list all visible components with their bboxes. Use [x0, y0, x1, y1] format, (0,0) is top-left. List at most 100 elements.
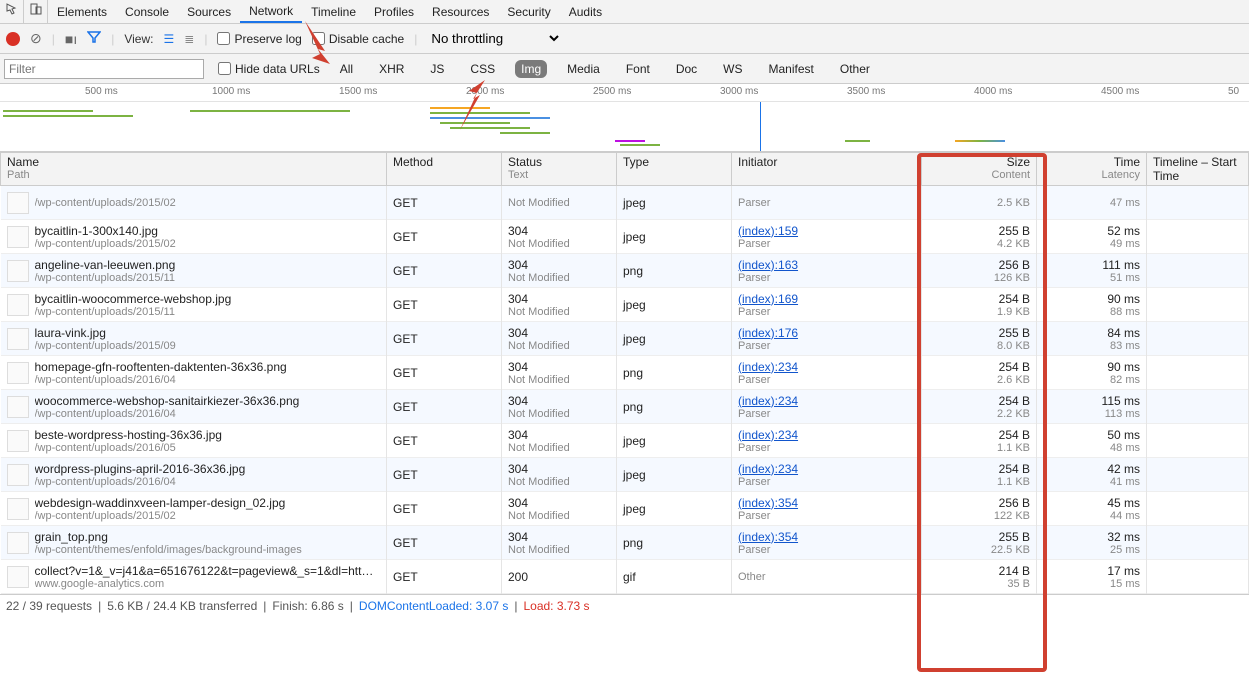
footer-finish: Finish: 6.86 s — [272, 599, 343, 613]
filter-type-ws[interactable]: WS — [717, 60, 748, 78]
table-row[interactable]: angeline-van-leeuwen.png/wp-content/uplo… — [1, 254, 1249, 288]
filter-type-font[interactable]: Font — [620, 60, 656, 78]
cell-time: 45 ms44 ms — [1037, 492, 1147, 526]
col-type[interactable]: Type — [617, 153, 732, 186]
table-row[interactable]: wordpress-plugins-april-2016-36x36.jpg/w… — [1, 458, 1249, 492]
cell-size: 255 B8.0 KB — [922, 322, 1037, 356]
cell-type: png — [617, 254, 732, 288]
cell-waterfall — [1147, 288, 1249, 322]
cell-method: GET — [387, 458, 502, 492]
preserve-log-checkbox[interactable]: Preserve log — [217, 32, 301, 46]
request-name: bycaitlin-1-300x140.jpg — [35, 224, 176, 238]
cell-waterfall — [1147, 390, 1249, 424]
col-timeline[interactable]: Timeline – Start Time — [1147, 153, 1249, 186]
cell-method: GET — [387, 356, 502, 390]
record-button[interactable] — [6, 32, 20, 46]
tab-network[interactable]: Network — [240, 0, 302, 23]
device-icon[interactable] — [24, 0, 48, 23]
tab-profiles[interactable]: Profiles — [365, 0, 423, 23]
filter-type-manifest[interactable]: Manifest — [763, 60, 820, 78]
table-row[interactable]: grain_top.png/wp-content/themes/enfold/i… — [1, 526, 1249, 560]
cell-status: 304Not Modified — [502, 356, 617, 390]
cell-initiator: Parser — [732, 186, 922, 220]
camera-icon[interactable]: ■ı — [65, 31, 77, 47]
ruler-tick: 3500 ms — [847, 86, 885, 97]
cell-time: 90 ms88 ms — [1037, 288, 1147, 322]
tab-timeline[interactable]: Timeline — [302, 0, 365, 23]
filter-toolbar: Hide data URLs All XHR JS CSS Img Media Font Do… — [0, 54, 1249, 84]
filter-type-css[interactable]: CSS — [464, 60, 501, 78]
request-name: homepage-gfn-rooftenten-daktenten-36x36.… — [35, 360, 287, 374]
cell-size: 2.5 KB — [922, 186, 1037, 220]
disable-cache-checkbox[interactable]: Disable cache — [312, 32, 404, 46]
col-name[interactable]: NamePath — [1, 153, 387, 186]
throttling-select[interactable]: No throttling — [427, 30, 562, 47]
table-row[interactable]: bycaitlin-woocommerce-webshop.jpg/wp-con… — [1, 288, 1249, 322]
tab-elements[interactable]: Elements — [48, 0, 116, 23]
cell-size: 254 B2.2 KB — [922, 390, 1037, 424]
cell-initiator: (index):159Parser — [732, 220, 922, 254]
cell-size: 255 B22.5 KB — [922, 526, 1037, 560]
inspect-icon[interactable] — [0, 0, 24, 23]
col-initiator[interactable]: Initiator — [732, 153, 922, 186]
filter-icon[interactable] — [87, 30, 101, 47]
cell-type: jpeg — [617, 220, 732, 254]
table-row[interactable]: laura-vink.jpg/wp-content/uploads/2015/0… — [1, 322, 1249, 356]
table-row[interactable]: collect?v=1&_v=j41&a=651676122&t=pagevie… — [1, 560, 1249, 594]
col-time[interactable]: TimeLatency — [1037, 153, 1147, 186]
request-name: wordpress-plugins-april-2016-36x36.jpg — [35, 462, 246, 476]
col-method[interactable]: Method — [387, 153, 502, 186]
filter-input[interactable] — [4, 59, 204, 79]
tab-sources[interactable]: Sources — [178, 0, 240, 23]
hide-data-urls-checkbox[interactable]: Hide data URLs — [218, 62, 320, 76]
request-path: /wp-content/uploads/2015/02 — [35, 197, 176, 209]
ruler-tick: 1500 ms — [339, 86, 377, 97]
timeline-overview[interactable]: 500 ms1000 ms1500 ms2000 ms2500 ms3000 m… — [0, 84, 1249, 152]
tab-audits[interactable]: Audits — [560, 0, 611, 23]
cell-method: GET — [387, 220, 502, 254]
cell-waterfall — [1147, 186, 1249, 220]
tab-security[interactable]: Security — [498, 0, 559, 23]
cell-status: 304Not Modified — [502, 254, 617, 288]
thumbnail-icon — [7, 464, 29, 486]
cell-size: 255 B4.2 KB — [922, 220, 1037, 254]
filter-type-js[interactable]: JS — [424, 60, 450, 78]
table-row[interactable]: /wp-content/uploads/2015/02GETNot Modifi… — [1, 186, 1249, 220]
cell-type: jpeg — [617, 322, 732, 356]
request-name: woocommerce-webshop-sanitairkiezer-36x36… — [35, 394, 300, 408]
cell-size: 256 B122 KB — [922, 492, 1037, 526]
clear-icon[interactable]: ⊘ — [30, 30, 42, 47]
col-status[interactable]: StatusText — [502, 153, 617, 186]
table-row[interactable]: bycaitlin-1-300x140.jpg/wp-content/uploa… — [1, 220, 1249, 254]
cell-status: 304Not Modified — [502, 526, 617, 560]
col-size[interactable]: SizeContent — [922, 153, 1037, 186]
table-row[interactable]: webdesign-waddinxveen-lamper-design_02.j… — [1, 492, 1249, 526]
cell-method: GET — [387, 526, 502, 560]
table-row[interactable]: beste-wordpress-hosting-36x36.jpg/wp-con… — [1, 424, 1249, 458]
ruler-tick: 4500 ms — [1101, 86, 1139, 97]
request-path: /wp-content/uploads/2016/04 — [35, 408, 300, 420]
large-rows-icon[interactable]: ☰ — [163, 32, 174, 46]
tab-console[interactable]: Console — [116, 0, 178, 23]
cell-size: 254 B1.9 KB — [922, 288, 1037, 322]
filter-type-other[interactable]: Other — [834, 60, 876, 78]
table-row[interactable]: homepage-gfn-rooftenten-daktenten-36x36.… — [1, 356, 1249, 390]
filter-type-xhr[interactable]: XHR — [373, 60, 410, 78]
cell-time: 90 ms82 ms — [1037, 356, 1147, 390]
filter-type-img[interactable]: Img — [515, 60, 547, 78]
small-rows-icon[interactable]: ≣ — [184, 32, 194, 46]
filter-type-doc[interactable]: Doc — [670, 60, 703, 78]
request-path: /wp-content/uploads/2015/02 — [35, 510, 286, 522]
thumbnail-icon — [7, 226, 29, 248]
ruler-tick: 3000 ms — [720, 86, 758, 97]
filter-type-media[interactable]: Media — [561, 60, 606, 78]
tab-resources[interactable]: Resources — [423, 0, 498, 23]
cell-time: 52 ms49 ms — [1037, 220, 1147, 254]
cell-size: 214 B35 B — [922, 560, 1037, 594]
thumbnail-icon — [7, 192, 29, 214]
filter-type-all[interactable]: All — [334, 60, 359, 78]
cell-initiator: (index):354Parser — [732, 492, 922, 526]
table-row[interactable]: woocommerce-webshop-sanitairkiezer-36x36… — [1, 390, 1249, 424]
view-label: View: — [124, 32, 153, 46]
ruler-tick: 4000 ms — [974, 86, 1012, 97]
